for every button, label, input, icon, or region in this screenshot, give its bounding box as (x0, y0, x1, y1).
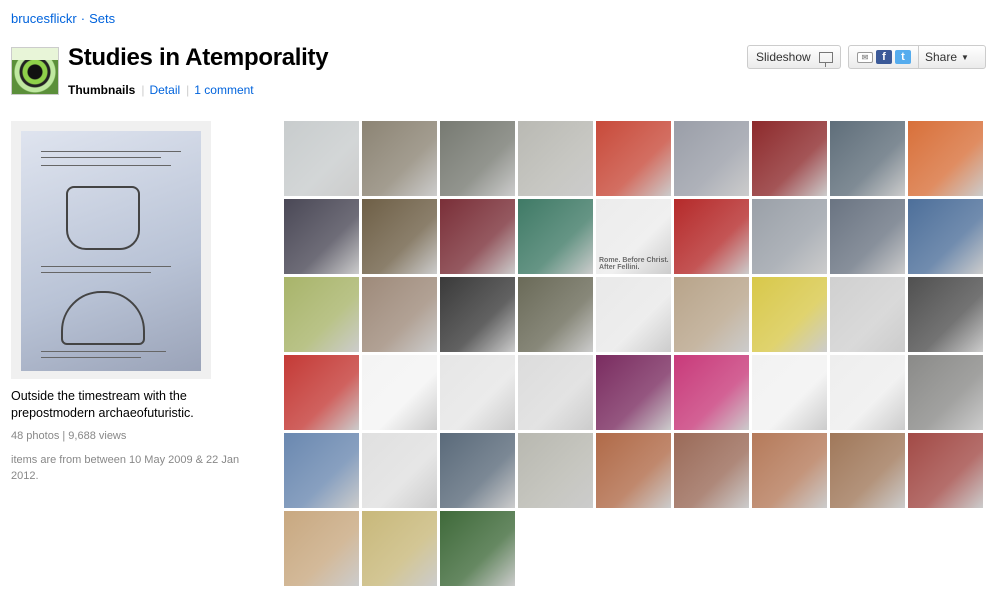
photo-thumbnail[interactable] (674, 433, 749, 508)
photo-thumbnail[interactable] (362, 199, 437, 274)
photo-thumbnail[interactable] (830, 355, 905, 430)
set-cover-photo[interactable] (11, 121, 211, 379)
cover-image (21, 131, 201, 371)
facebook-icon[interactable]: f (876, 50, 892, 64)
share-button[interactable]: Share (925, 50, 957, 64)
photo-thumbnail[interactable] (362, 433, 437, 508)
photo-thumbnail[interactable] (518, 433, 593, 508)
photo-thumbnail[interactable] (440, 433, 515, 508)
photo-thumbnail[interactable] (440, 511, 515, 586)
photo-thumbnail[interactable] (596, 121, 671, 196)
photo-thumbnail[interactable] (596, 433, 671, 508)
photo-thumbnail[interactable] (596, 277, 671, 352)
photo-thumbnail[interactable] (830, 433, 905, 508)
email-icon[interactable]: ✉ (857, 51, 873, 63)
set-date-range: items are from between 10 May 2009 & 22 … (11, 454, 240, 482)
photo-thumbnail[interactable] (440, 277, 515, 352)
photo-thumbnail[interactable] (440, 355, 515, 430)
photo-thumbnail[interactable] (362, 355, 437, 430)
photo-thumbnail[interactable] (830, 121, 905, 196)
photo-thumbnail[interactable] (440, 121, 515, 196)
photo-thumbnail[interactable] (284, 433, 359, 508)
chevron-down-icon[interactable]: ▼ (961, 53, 969, 62)
photo-thumbnail[interactable] (752, 199, 827, 274)
photo-thumbnail[interactable] (596, 355, 671, 430)
photo-thumbnail[interactable] (518, 277, 593, 352)
projector-screen-icon (818, 51, 833, 67)
breadcrumb: brucesflickr · Sets (11, 11, 115, 26)
page-title: Studies in Atemporality (68, 44, 329, 71)
photo-grid: Rome. Before Christ. After Fellini. (284, 121, 994, 586)
photo-thumbnail[interactable] (674, 121, 749, 196)
view-divider: | (141, 83, 145, 97)
photo-thumbnail[interactable] (284, 121, 359, 196)
breadcrumb-sets-link[interactable]: Sets (89, 11, 115, 26)
share-bar: ✉ f t Share ▼ (848, 45, 986, 69)
photo-thumbnail[interactable] (362, 277, 437, 352)
photo-thumbnail[interactable] (518, 199, 593, 274)
photo-thumbnail[interactable] (908, 277, 983, 352)
photo-thumbnail[interactable] (830, 199, 905, 274)
photo-thumbnail[interactable] (908, 121, 983, 196)
photo-thumbnail[interactable] (752, 277, 827, 352)
photo-thumbnail[interactable] (674, 277, 749, 352)
photo-thumbnail[interactable] (284, 277, 359, 352)
slideshow-label: Slideshow (756, 50, 811, 64)
twitter-icon[interactable]: t (895, 50, 911, 64)
comments-link[interactable]: 1 comment (194, 83, 253, 97)
view-detail-link[interactable]: Detail (149, 83, 180, 97)
photo-thumbnail[interactable] (284, 355, 359, 430)
photo-thumbnail[interactable] (752, 121, 827, 196)
photo-thumbnail[interactable] (362, 121, 437, 196)
photo-thumbnail[interactable] (908, 199, 983, 274)
photo-thumbnail[interactable] (362, 511, 437, 586)
view-thumbnails: Thumbnails (68, 83, 136, 97)
photo-thumbnail[interactable] (284, 511, 359, 586)
photo-thumbnail[interactable] (284, 199, 359, 274)
breadcrumb-owner-link[interactable]: brucesflickr (11, 11, 77, 26)
avatar-logo (12, 48, 58, 60)
photo-thumbnail[interactable] (674, 355, 749, 430)
photo-thumbnail[interactable] (908, 355, 983, 430)
view-divider: | (186, 83, 190, 97)
avatar[interactable] (11, 47, 59, 95)
photo-thumbnail[interactable] (518, 355, 593, 430)
photo-thumbnail[interactable] (908, 433, 983, 508)
photo-thumbnail[interactable] (830, 277, 905, 352)
photo-thumbnail[interactable] (440, 199, 515, 274)
photo-thumbnail[interactable] (674, 199, 749, 274)
photo-thumbnail[interactable] (752, 355, 827, 430)
thumbnail-caption: Rome. Before Christ. After Fellini. (599, 257, 669, 271)
share-divider (918, 46, 919, 68)
photo-thumbnail[interactable] (752, 433, 827, 508)
photo-thumbnail[interactable]: Rome. Before Christ. After Fellini. (596, 199, 671, 274)
breadcrumb-separator: · (80, 11, 86, 26)
photo-thumbnail[interactable] (518, 121, 593, 196)
set-description: Outside the timestream with the prepostm… (11, 389, 194, 420)
set-stats: 48 photos | 9,688 views (11, 430, 127, 442)
view-switcher: Thumbnails | Detail | 1 comment (68, 83, 254, 97)
slideshow-button[interactable]: Slideshow (747, 45, 841, 69)
